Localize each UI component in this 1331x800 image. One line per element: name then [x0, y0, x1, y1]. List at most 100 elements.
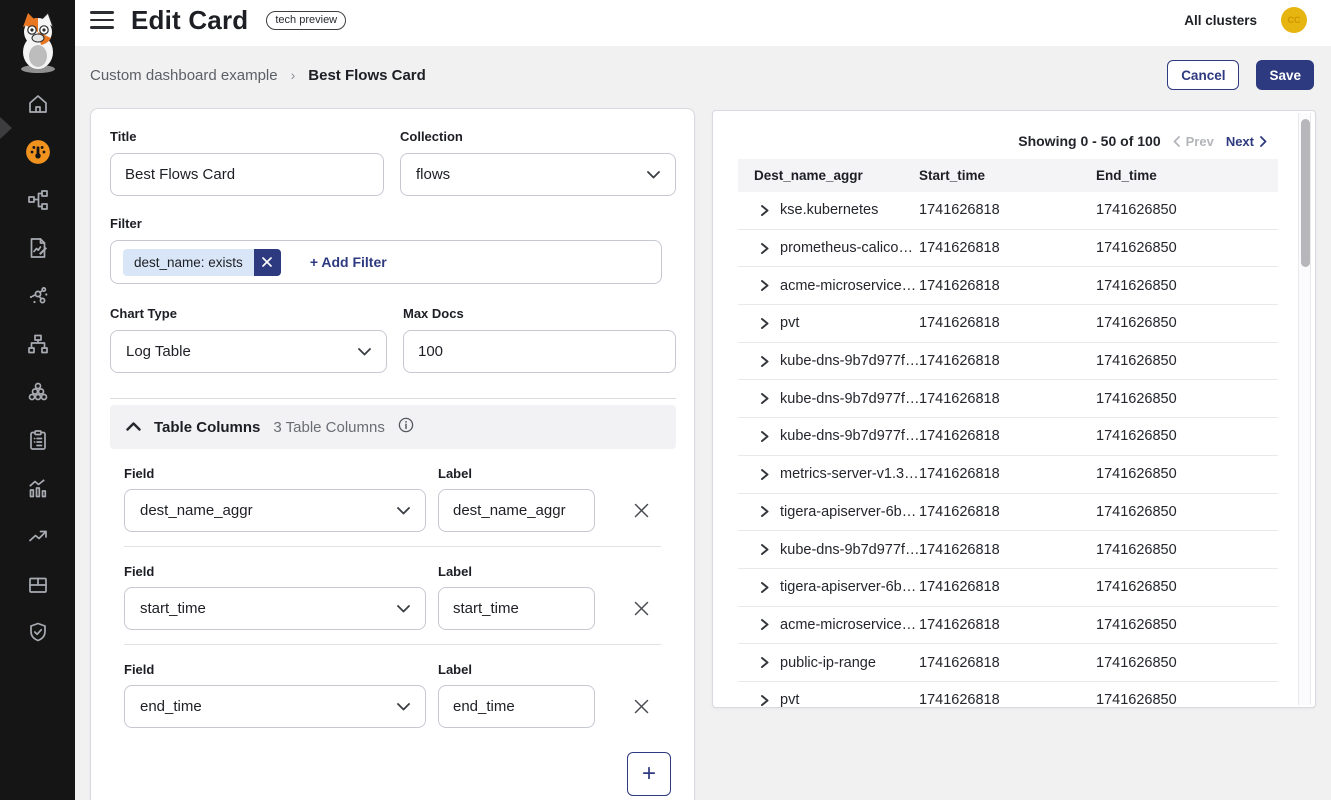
table-row[interactable]: kube-dns-9b7d977f…17416268181741626850 [738, 343, 1278, 381]
graph-nodes-icon [26, 284, 50, 313]
cancel-button[interactable]: Cancel [1167, 60, 1239, 90]
sidebar-item-security[interactable] [0, 610, 75, 658]
add-column-button[interactable]: + [627, 752, 671, 796]
expand-row-icon [759, 430, 770, 443]
section-count: 3 Table Columns [273, 419, 384, 436]
max-docs-label: Max Docs [403, 306, 676, 321]
sidebar-item-metrics[interactable] [0, 466, 75, 514]
breadcrumb-current: Best Flows Card [308, 67, 426, 84]
table-column-row: Field Label start_time [110, 547, 676, 630]
filter-chip: dest_name: exists [123, 249, 281, 276]
filter-label: Filter [110, 216, 676, 231]
report-edit-icon [26, 236, 50, 265]
table-scrollbar-thumb[interactable] [1301, 119, 1310, 267]
sidebar-item-home[interactable] [0, 82, 75, 130]
expand-row-icon [759, 279, 770, 292]
remove-column-icon[interactable] [633, 698, 650, 715]
calico-cat-logo [13, 5, 62, 82]
sidebar-item-network-tree[interactable] [0, 322, 75, 370]
trend-arrow-icon [26, 524, 50, 553]
table-row[interactable]: pvt17416268181741626850 [738, 305, 1278, 343]
label-input[interactable] [438, 489, 595, 532]
filter-chip-text: dest_name: exists [123, 249, 254, 276]
sidebar [0, 0, 75, 800]
table-row[interactable]: metrics-server-v1.3…17416268181741626850 [738, 456, 1278, 494]
expand-row-icon [759, 317, 770, 330]
breadcrumb-parent[interactable]: Custom dashboard example [90, 67, 278, 84]
sidebar-item-reports[interactable] [0, 226, 75, 274]
table-row[interactable]: acme-microservice…17416268181741626850 [738, 607, 1278, 645]
table-row[interactable]: public-ip-range17416268181741626850 [738, 644, 1278, 682]
service-graph-icon [26, 188, 50, 217]
next-button[interactable]: Next [1226, 134, 1267, 149]
info-icon[interactable] [398, 417, 414, 438]
table-scrollbar-track[interactable] [1298, 113, 1311, 705]
chevron-down-icon [397, 698, 410, 715]
remove-column-icon[interactable] [633, 600, 650, 617]
collection-select[interactable]: flows [400, 153, 676, 196]
dashboards-icon [25, 139, 51, 170]
label-input[interactable] [438, 685, 595, 728]
table-row[interactable]: prometheus-calico…17416268181741626850 [738, 230, 1278, 268]
label-label: Label [438, 564, 595, 579]
avatar[interactable]: CC [1281, 7, 1307, 33]
sidebar-item-service-graph[interactable] [0, 178, 75, 226]
sidebar-item-packages[interactable] [0, 562, 75, 610]
label-input[interactable] [438, 587, 595, 630]
cluster-selector[interactable]: All clusters [1184, 13, 1257, 28]
field-select[interactable]: start_time [124, 587, 426, 630]
main-content: Custom dashboard example › Best Flows Ca… [75, 46, 1331, 800]
chart-type-select[interactable]: Log Table [110, 330, 387, 373]
expand-row-icon [759, 505, 770, 518]
expand-row-icon [759, 618, 770, 631]
table-row[interactable]: pvt17416268181741626850 [738, 682, 1278, 708]
chevron-down-icon [397, 600, 410, 617]
pagination: Showing 0 - 50 of 100 Prev Next [1018, 133, 1267, 149]
filter-chip-remove-icon[interactable] [254, 249, 281, 276]
expand-row-icon [759, 355, 770, 368]
sidebar-item-clusters[interactable] [0, 370, 75, 418]
hamburger-menu-icon[interactable] [90, 11, 114, 28]
title-input[interactable] [110, 153, 384, 196]
table-row[interactable]: kse.kubernetes17416268181741626850 [738, 192, 1278, 230]
collection-label: Collection [400, 129, 676, 144]
prev-button[interactable]: Prev [1173, 134, 1214, 149]
page-title: Edit Card [131, 5, 248, 36]
remove-column-icon[interactable] [633, 502, 650, 519]
sidebar-item-policies[interactable] [0, 418, 75, 466]
table-row[interactable]: acme-microservice…17416268181741626850 [738, 267, 1278, 305]
sidebar-item-dashboards[interactable] [0, 130, 75, 178]
sidebar-item-trends[interactable] [0, 514, 75, 562]
expand-row-icon [759, 581, 770, 594]
chevron-right-icon: › [291, 67, 296, 83]
field-select[interactable]: dest_name_aggr [124, 489, 426, 532]
chevron-up-icon[interactable] [126, 418, 141, 436]
table-row[interactable]: kube-dns-9b7d977f…17416268181741626850 [738, 380, 1278, 418]
table-row[interactable]: tigera-apiserver-6b…17416268181741626850 [738, 569, 1278, 607]
shield-check-icon [26, 620, 50, 649]
save-button[interactable]: Save [1256, 60, 1314, 90]
title-label: Title [110, 129, 384, 144]
expand-row-icon [759, 468, 770, 481]
table-header-row: Dest_name_aggr Start_time End_time [738, 159, 1278, 192]
results-table: Dest_name_aggr Start_time End_time kse.k… [738, 159, 1278, 708]
field-select[interactable]: end_time [124, 685, 426, 728]
table-row[interactable]: kube-dns-9b7d977f…17416268181741626850 [738, 418, 1278, 456]
field-label: Field [124, 466, 426, 481]
table-column-row: Field Label dest_name_aggr [110, 449, 676, 532]
chart-type-label: Chart Type [110, 306, 387, 321]
chevron-down-icon [647, 166, 660, 183]
table-row[interactable]: kube-dns-9b7d977f…17416268181741626850 [738, 531, 1278, 569]
max-docs-input[interactable] [403, 330, 676, 373]
clipboard-list-icon [26, 428, 50, 457]
table-columns-section-header[interactable]: Table Columns 3 Table Columns [110, 405, 676, 449]
table-row[interactable]: tigera-apiserver-6b…17416268181741626850 [738, 494, 1278, 532]
package-box-icon [26, 572, 50, 601]
expand-row-icon [759, 204, 770, 217]
divider [110, 398, 676, 399]
expand-row-icon [759, 694, 770, 707]
add-filter-button[interactable]: + Add Filter [310, 254, 387, 270]
sidebar-item-graph[interactable] [0, 274, 75, 322]
field-label: Field [124, 564, 426, 579]
edit-card-form: Title Collection flows Filter dest_name:… [90, 108, 695, 800]
